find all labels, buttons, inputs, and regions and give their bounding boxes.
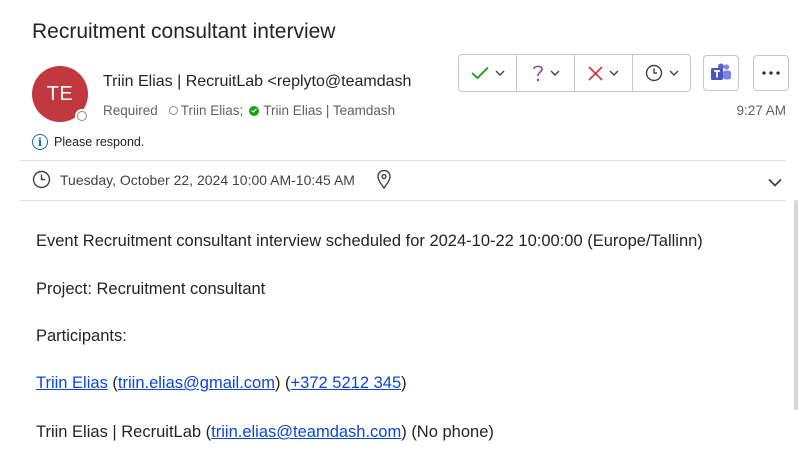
received-time: 9:27 AM xyxy=(736,103,786,118)
sender-avatar[interactable]: TE xyxy=(32,66,89,123)
respond-text: Please respond. xyxy=(54,135,145,149)
rsvp-toolbar xyxy=(458,54,789,92)
attendee-item[interactable]: Triin Elias | Teamdash xyxy=(243,103,395,118)
event-subject: Recruitment consultant interview xyxy=(32,20,336,43)
required-attendees: Required Triin Elias; Triin Elias | Team… xyxy=(103,103,395,118)
accept-button[interactable] xyxy=(459,55,517,91)
more-horizontal-icon xyxy=(762,71,780,75)
chevron-down-icon xyxy=(609,70,619,76)
participant-line: Triin Elias | RecruitLab (triin.elias@te… xyxy=(36,423,494,441)
checkmark-icon xyxy=(470,66,489,80)
respond-notice: i Please respond. xyxy=(32,134,144,150)
participants-heading: Participants: xyxy=(36,327,127,345)
question-mark-icon xyxy=(532,65,543,82)
tentative-button[interactable] xyxy=(517,55,575,91)
event-datetime-row: Tuesday, October 22, 2024 10:00 AM-10:45… xyxy=(32,170,391,189)
chevron-down-icon xyxy=(669,70,678,76)
x-icon xyxy=(588,65,603,81)
chevron-down-icon xyxy=(550,70,559,76)
required-label: Required xyxy=(103,103,158,118)
chevron-down-icon xyxy=(495,70,504,76)
presence-status-icon xyxy=(75,109,89,123)
project-line: Project: Recruitment consultant xyxy=(36,280,266,298)
participant-name: Triin Elias | RecruitLab ( xyxy=(36,423,212,441)
event-datetime: Tuesday, October 22, 2024 10:00 AM-10:45… xyxy=(60,171,355,188)
teams-icon xyxy=(711,63,731,80)
teams-button[interactable] xyxy=(703,55,739,91)
propose-time-button[interactable] xyxy=(633,55,690,91)
info-icon: i xyxy=(32,134,48,150)
avatar-initials: TE xyxy=(46,82,74,105)
rsvp-button-group xyxy=(458,54,691,92)
scrollbar[interactable] xyxy=(794,200,798,410)
location-pin-icon[interactable] xyxy=(377,170,391,189)
presence-offline-icon xyxy=(168,106,178,115)
participant-email-link[interactable]: triin.elias@teamdash.com xyxy=(211,423,401,441)
participant-line: Triin Elias (triin.elias@gmail.com) (+37… xyxy=(36,374,407,392)
divider xyxy=(20,160,786,161)
expand-chevron-icon[interactable] xyxy=(768,178,782,187)
clock-icon xyxy=(645,64,662,82)
event-line: Event Recruitment consultant interview s… xyxy=(36,232,703,250)
sender-name[interactable]: Triin Elias | RecruitLab <replyto@teamda… xyxy=(103,73,431,91)
attendee-name: Triin Elias | Teamdash xyxy=(263,103,396,118)
more-options-button[interactable] xyxy=(753,55,789,91)
decline-button[interactable] xyxy=(575,55,633,91)
attendee-item[interactable]: Triin Elias; xyxy=(168,103,244,118)
participant-email-link[interactable]: triin.elias@gmail.com xyxy=(118,374,275,392)
presence-available-icon xyxy=(249,105,260,116)
participant-phone-link[interactable]: +372 5212 345 xyxy=(291,374,402,392)
divider xyxy=(20,200,786,201)
participant-name-link[interactable]: Triin Elias xyxy=(36,374,108,392)
attendee-name: Triin Elias; xyxy=(180,103,244,118)
clock-icon xyxy=(32,170,51,189)
